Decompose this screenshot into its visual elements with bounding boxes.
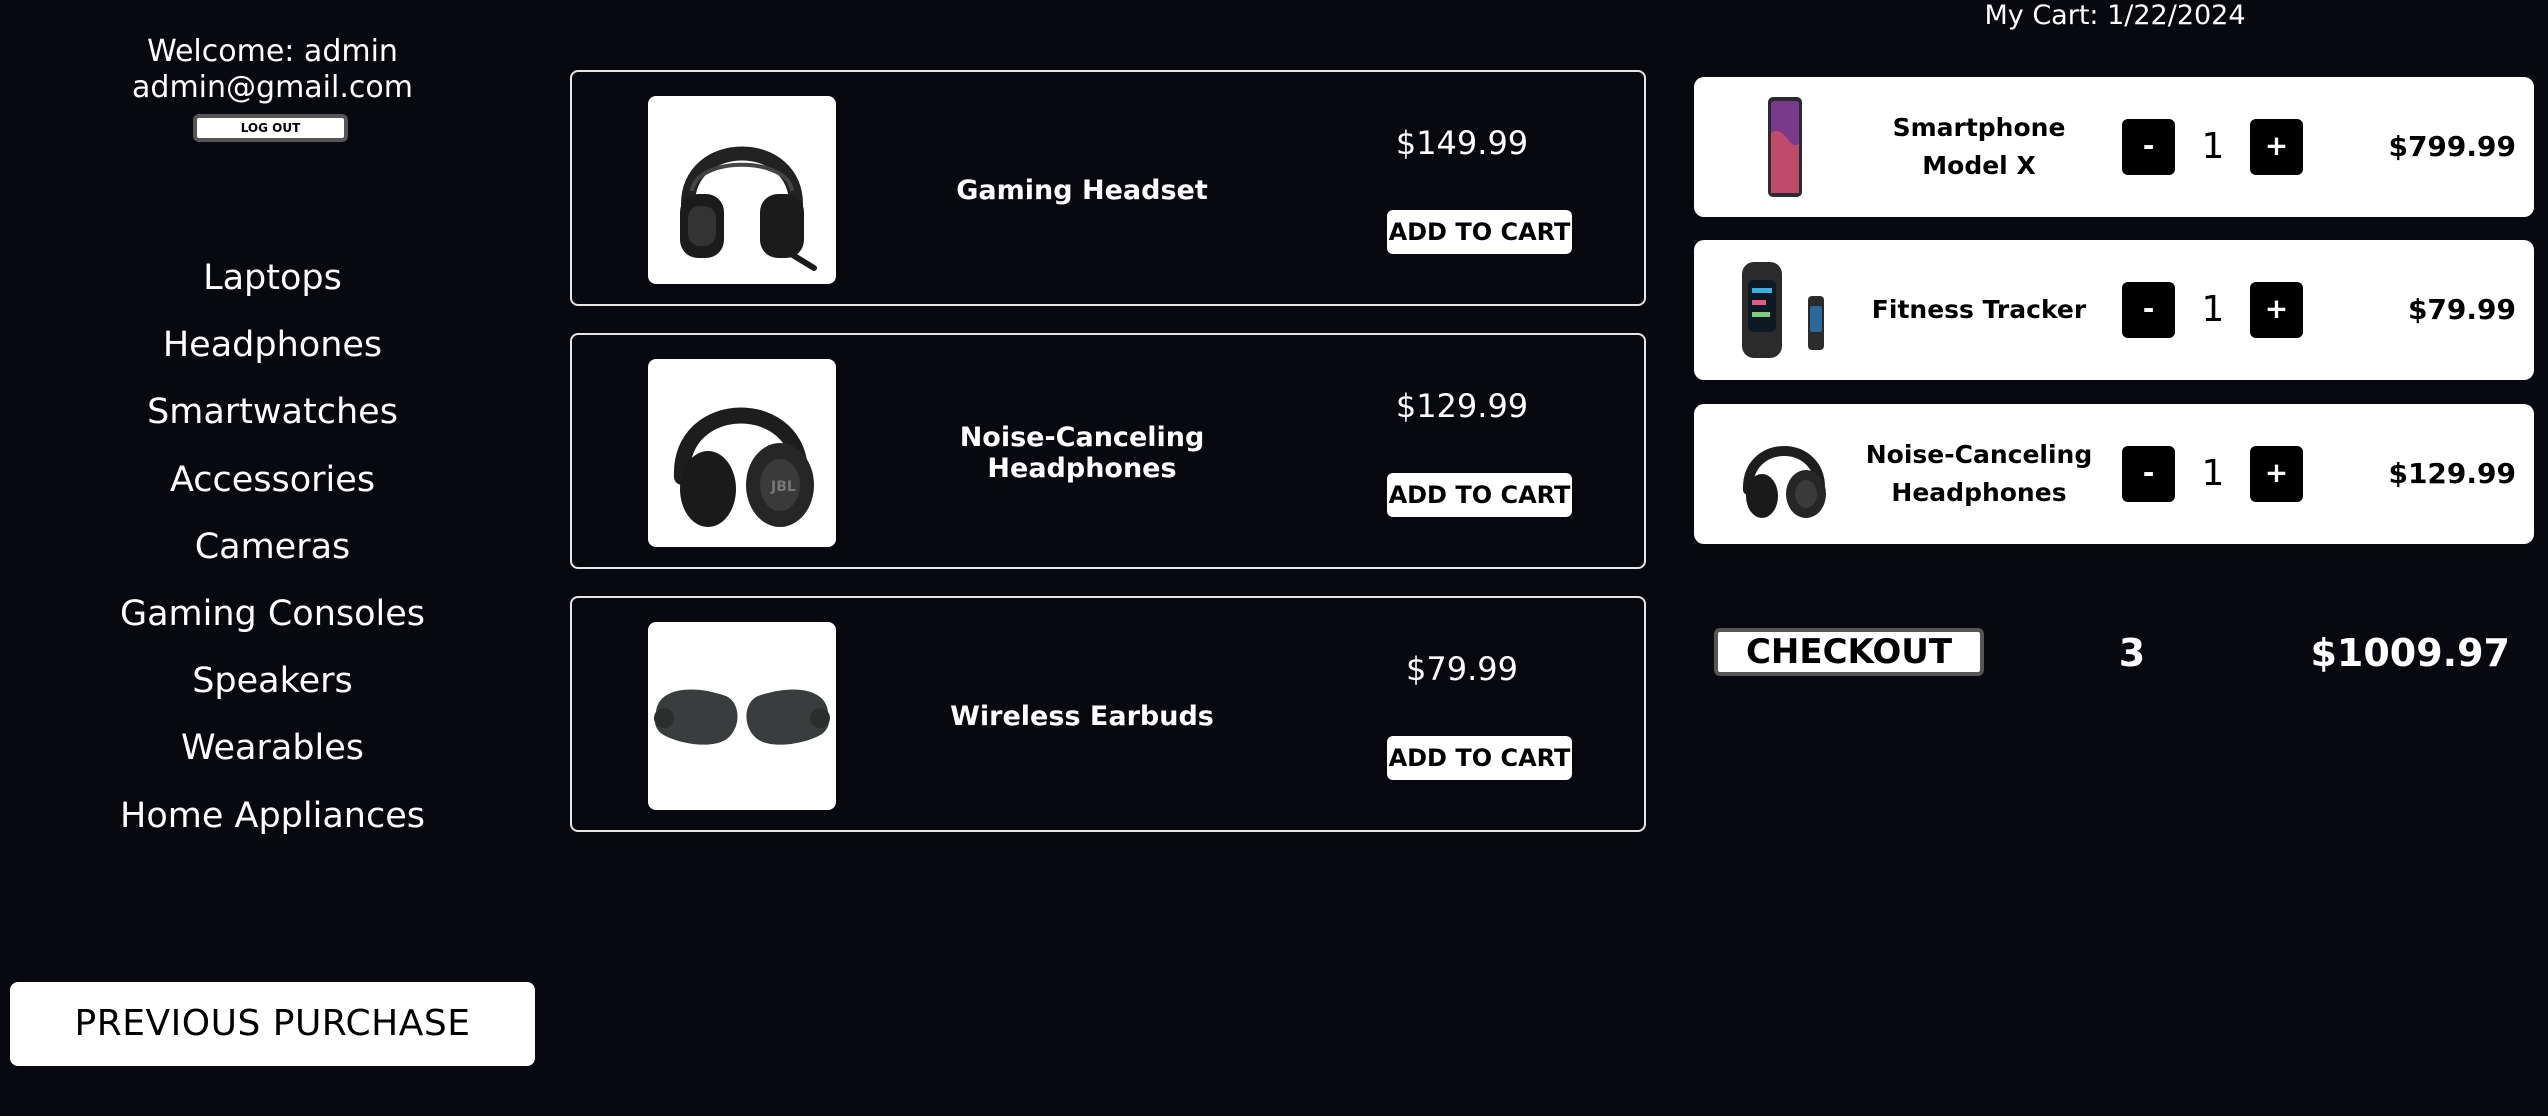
increase-quantity-button[interactable]: + xyxy=(2250,282,2303,338)
add-to-cart-button[interactable]: ADD TO CART xyxy=(1387,473,1572,517)
headphones-image xyxy=(1730,420,1838,528)
cart-item: Noise-Canceling Headphones - 1 + $129.99 xyxy=(1694,404,2534,544)
user-info: Welcome: admin admin@gmail.com xyxy=(0,34,545,106)
product-name: Noise-Canceling Headphones xyxy=(959,422,1205,484)
category-smartwatches[interactable]: Smartwatches xyxy=(0,386,545,453)
headphones-image: JBL xyxy=(648,359,836,547)
quantity-value: 1 xyxy=(2201,289,2225,330)
add-to-cart-button[interactable]: ADD TO CART xyxy=(1387,736,1572,780)
welcome-text: Welcome: admin xyxy=(147,34,398,69)
product-name: Wireless Earbuds xyxy=(950,700,1214,732)
category-laptops[interactable]: Laptops xyxy=(0,252,545,319)
product-price: $149.99 xyxy=(1395,124,1529,162)
category-speakers[interactable]: Speakers xyxy=(0,655,545,722)
category-wearables[interactable]: Wearables xyxy=(0,722,545,789)
cart-item-price: $129.99 xyxy=(2388,457,2516,490)
smartphone-image xyxy=(1730,93,1838,201)
cart-item-price: $799.99 xyxy=(2388,130,2516,163)
category-home-appliances[interactable]: Home Appliances xyxy=(0,790,545,857)
category-headphones[interactable]: Headphones xyxy=(0,319,545,386)
decrease-quantity-button[interactable]: - xyxy=(2122,119,2175,175)
earbuds-image xyxy=(648,622,836,810)
cart-item-price: $79.99 xyxy=(2407,293,2516,326)
cart-item-count: 3 xyxy=(2118,631,2146,675)
previous-purchase-button[interactable]: PREVIOUS PURCHASE xyxy=(10,982,535,1066)
category-nav: Laptops Headphones Smartwatches Accessor… xyxy=(0,252,545,857)
product-price: $129.99 xyxy=(1395,387,1529,425)
product-price: $79.99 xyxy=(1406,650,1518,688)
product-name: Gaming Headset xyxy=(956,174,1208,206)
add-to-cart-button[interactable]: ADD TO CART xyxy=(1387,210,1572,254)
cart-item-name: Fitness Tracker xyxy=(1871,295,2087,324)
decrease-quantity-button[interactable]: - xyxy=(2122,282,2175,338)
product-card: Gaming Headset $149.99 ADD TO CART xyxy=(570,70,1646,306)
product-card: JBL Noise-Canceling Headphones $129.99 A… xyxy=(570,333,1646,569)
user-email: admin@gmail.com xyxy=(132,70,413,105)
decrease-quantity-button[interactable]: - xyxy=(2122,446,2175,502)
cart-item: Smartphone Model X - 1 + $799.99 xyxy=(1694,77,2534,217)
checkout-button[interactable]: CHECKOUT xyxy=(1714,628,1984,676)
quantity-value: 1 xyxy=(2201,453,2225,494)
logout-button[interactable]: LOG OUT xyxy=(193,114,348,142)
increase-quantity-button[interactable]: + xyxy=(2250,119,2303,175)
cart-item: Fitness Tracker - 1 + $79.99 xyxy=(1694,240,2534,380)
fitness-tracker-image xyxy=(1730,256,1838,364)
category-accessories[interactable]: Accessories xyxy=(0,454,545,521)
cart-total: $1009.97 xyxy=(2310,631,2510,675)
gaming-headset-image xyxy=(648,96,836,284)
product-card: Wireless Earbuds $79.99 ADD TO CART xyxy=(570,596,1646,832)
increase-quantity-button[interactable]: + xyxy=(2250,446,2303,502)
svg-text:JBL: JBL xyxy=(770,479,796,495)
cart-title: My Cart: 1/22/2024 xyxy=(1984,0,2246,31)
quantity-value: 1 xyxy=(2201,126,2225,167)
cart-item-name: Smartphone Model X xyxy=(1892,113,2066,180)
category-cameras[interactable]: Cameras xyxy=(0,521,545,588)
category-gaming-consoles[interactable]: Gaming Consoles xyxy=(0,588,545,655)
cart-item-name: Noise-Canceling Headphones xyxy=(1865,440,2093,507)
